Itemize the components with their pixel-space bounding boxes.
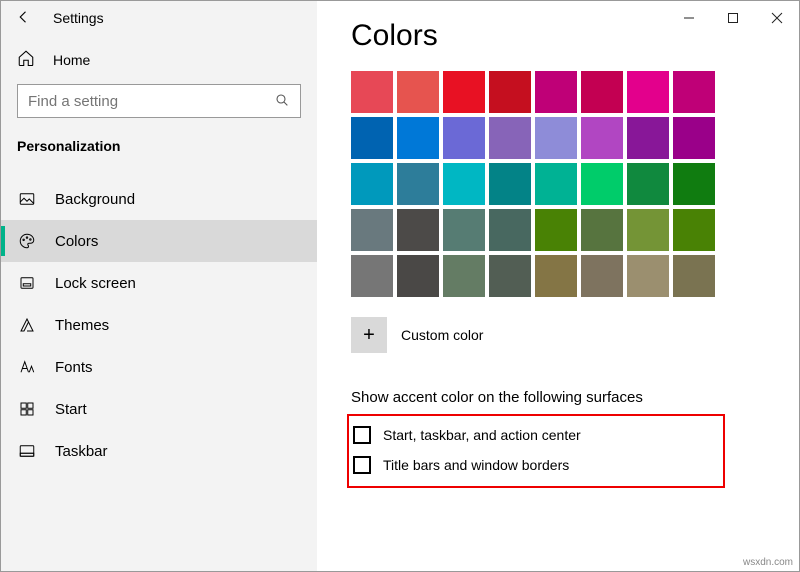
nav-home[interactable]: Home xyxy=(1,35,317,80)
checkbox-icon xyxy=(353,426,371,444)
color-swatch[interactable] xyxy=(673,255,715,297)
nav-item-label: Start xyxy=(55,401,87,418)
nav-item-label: Lock screen xyxy=(55,275,136,292)
color-swatch[interactable] xyxy=(627,255,669,297)
color-swatch[interactable] xyxy=(489,255,531,297)
nav-item-label: Themes xyxy=(55,317,109,334)
nav-list: Background Colors Lock screen Themes Fon… xyxy=(1,178,317,472)
color-swatch[interactable] xyxy=(535,209,577,251)
color-swatch[interactable] xyxy=(535,163,577,205)
color-swatch[interactable] xyxy=(443,163,485,205)
themes-icon xyxy=(17,316,37,334)
color-swatch[interactable] xyxy=(351,255,393,297)
color-swatch[interactable] xyxy=(581,255,623,297)
color-swatch[interactable] xyxy=(351,163,393,205)
nav-item-label: Background xyxy=(55,191,135,208)
content-pane: Colors + Custom color Show accent color … xyxy=(317,1,799,571)
back-button[interactable] xyxy=(15,8,33,29)
custom-color-label: Custom color xyxy=(401,327,483,343)
color-swatch[interactable] xyxy=(489,71,531,113)
lockscreen-icon xyxy=(17,274,37,292)
nav-item-themes[interactable]: Themes xyxy=(1,304,317,346)
start-icon xyxy=(17,400,37,418)
color-swatch[interactable] xyxy=(397,209,439,251)
search-box[interactable] xyxy=(17,84,301,118)
minimize-button[interactable] xyxy=(667,1,711,35)
color-swatch[interactable] xyxy=(535,117,577,159)
maximize-button[interactable] xyxy=(711,1,755,35)
color-swatch[interactable] xyxy=(443,255,485,297)
search-icon xyxy=(274,92,290,111)
fonts-icon xyxy=(17,358,37,376)
color-swatch[interactable] xyxy=(489,163,531,205)
close-button[interactable] xyxy=(755,1,799,35)
color-swatch[interactable] xyxy=(627,209,669,251)
color-swatch[interactable] xyxy=(397,71,439,113)
color-swatch[interactable] xyxy=(627,71,669,113)
plus-icon: + xyxy=(363,324,375,347)
checkbox-label: Title bars and window borders xyxy=(383,457,569,473)
color-swatch[interactable] xyxy=(627,163,669,205)
accent-surfaces-label: Show accent color on the following surfa… xyxy=(351,389,799,406)
color-swatch[interactable] xyxy=(351,117,393,159)
color-swatch[interactable] xyxy=(443,117,485,159)
check-title-bars[interactable]: Title bars and window borders xyxy=(353,450,719,480)
color-swatch[interactable] xyxy=(627,117,669,159)
color-swatch[interactable] xyxy=(443,209,485,251)
nav-item-colors[interactable]: Colors xyxy=(1,220,317,262)
color-palette xyxy=(351,71,715,297)
nav-item-taskbar[interactable]: Taskbar xyxy=(1,430,317,472)
nav-item-background[interactable]: Background xyxy=(1,178,317,220)
nav-item-start[interactable]: Start xyxy=(1,388,317,430)
check-start-taskbar[interactable]: Start, taskbar, and action center xyxy=(353,420,719,450)
section-label: Personalization xyxy=(1,118,317,166)
taskbar-icon xyxy=(17,442,37,460)
color-swatch[interactable] xyxy=(397,117,439,159)
color-swatch[interactable] xyxy=(673,117,715,159)
home-icon xyxy=(17,49,35,70)
search-input[interactable] xyxy=(28,93,274,110)
nav-item-label: Fonts xyxy=(55,359,93,376)
nav-item-label: Taskbar xyxy=(55,443,108,460)
color-swatch[interactable] xyxy=(535,71,577,113)
color-swatch[interactable] xyxy=(581,117,623,159)
window-title: Settings xyxy=(53,10,104,26)
color-swatch[interactable] xyxy=(397,163,439,205)
color-swatch[interactable] xyxy=(673,71,715,113)
custom-color-button[interactable]: + xyxy=(351,317,387,353)
nav-item-label: Colors xyxy=(55,233,98,250)
color-swatch[interactable] xyxy=(581,71,623,113)
color-swatch[interactable] xyxy=(581,209,623,251)
color-swatch[interactable] xyxy=(489,209,531,251)
color-swatch[interactable] xyxy=(443,71,485,113)
nav-home-label: Home xyxy=(53,52,90,68)
color-swatch[interactable] xyxy=(673,209,715,251)
color-swatch[interactable] xyxy=(397,255,439,297)
color-swatch[interactable] xyxy=(489,117,531,159)
picture-icon xyxy=(17,190,37,208)
color-swatch[interactable] xyxy=(535,255,577,297)
checkbox-icon xyxy=(353,456,371,474)
palette-icon xyxy=(17,232,37,250)
nav-item-lock-screen[interactable]: Lock screen xyxy=(1,262,317,304)
watermark: wsxdn.com xyxy=(743,557,793,568)
nav-item-fonts[interactable]: Fonts xyxy=(1,346,317,388)
color-swatch[interactable] xyxy=(581,163,623,205)
checkbox-label: Start, taskbar, and action center xyxy=(383,427,581,443)
color-swatch[interactable] xyxy=(673,163,715,205)
sidebar: Settings Home Personalization Background xyxy=(1,1,317,571)
color-swatch[interactable] xyxy=(351,71,393,113)
color-swatch[interactable] xyxy=(351,209,393,251)
